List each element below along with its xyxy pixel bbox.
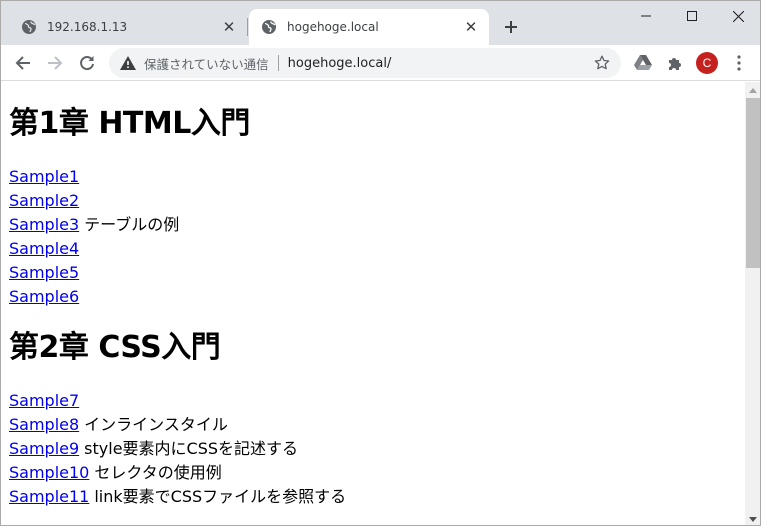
sample-link[interactable]: Sample4: [9, 239, 79, 258]
scroll-down-arrow-icon[interactable]: [745, 511, 760, 525]
extensions-puzzle-icon[interactable]: [663, 51, 687, 75]
item-description: セレクタの使用例: [94, 463, 222, 482]
tab-hogehoge-local[interactable]: hogehoge.local ✕: [249, 9, 489, 45]
forward-button[interactable]: [41, 49, 69, 77]
sample-link[interactable]: Sample5: [9, 263, 79, 282]
list-item: Sample7: [9, 389, 737, 413]
item-description: インラインスタイル: [84, 415, 228, 434]
maximize-button[interactable]: [669, 1, 715, 31]
minimize-button[interactable]: [623, 1, 669, 31]
chapter-1-heading: 第1章 HTML入門: [9, 106, 250, 141]
browser-window: 192.168.1.13 ✕ hogehoge.local ✕ 保護されていない…: [0, 0, 761, 526]
chapter-2-heading: 第2章 CSS入門: [9, 330, 221, 365]
close-icon[interactable]: ✕: [219, 17, 239, 37]
list-item: Sample8 インラインスタイル: [9, 413, 737, 437]
reload-button[interactable]: [73, 49, 101, 77]
list-item: Sample2: [9, 189, 737, 213]
page-content: 第1章 HTML入門 Sample1 Sample2 Sample3 テーブルの例…: [1, 106, 745, 509]
item-description: link要素でCSSファイルを参照する: [94, 487, 347, 506]
sample-link[interactable]: Sample7: [9, 391, 79, 410]
list-item: Sample3 テーブルの例: [9, 213, 737, 237]
google-drive-icon[interactable]: [631, 51, 655, 75]
back-button[interactable]: [9, 49, 37, 77]
close-icon[interactable]: ✕: [461, 17, 481, 37]
security-status[interactable]: 保護されていない通信: [144, 54, 269, 73]
omnibox-divider: [277, 55, 279, 71]
globe-icon: [21, 19, 37, 35]
list-item: Sample4: [9, 237, 737, 261]
sample-link[interactable]: Sample2: [9, 191, 79, 210]
list-item: Sample9 style要素内にCSSを記述する: [9, 437, 737, 461]
sample-link[interactable]: Sample10: [9, 463, 89, 482]
sample-link[interactable]: Sample11: [9, 487, 89, 506]
item-description: style要素内にCSSを記述する: [84, 439, 299, 458]
avatar-initial: C: [696, 52, 718, 74]
address-bar[interactable]: 保護されていない通信 hogehoge.local/: [109, 48, 621, 78]
warning-icon[interactable]: [120, 55, 136, 71]
list-item: Sample5: [9, 261, 737, 285]
item-description: テーブルの例: [84, 215, 180, 234]
chapter-2-list: Sample7 Sample8 インラインスタイル Sample9 style要素内…: [9, 389, 737, 509]
window-close-button[interactable]: [715, 1, 760, 31]
tab-title: 192.168.1.13: [47, 20, 128, 34]
tab-192-168-1-13[interactable]: 192.168.1.13 ✕: [9, 9, 247, 45]
list-item: Sample1: [9, 165, 737, 189]
tab-divider: [247, 18, 248, 36]
chapter-1-list: Sample1 Sample2 Sample3 テーブルの例 Sample4 Sa…: [9, 165, 737, 309]
profile-avatar[interactable]: C: [695, 51, 719, 75]
page-viewport: 第1章 HTML入門 Sample1 Sample2 Sample3 テーブルの例…: [1, 82, 745, 525]
menu-kebab-icon[interactable]: [727, 51, 751, 75]
tab-strip: 192.168.1.13 ✕ hogehoge.local ✕: [1, 1, 760, 45]
arrow-right-icon: [48, 56, 63, 70]
list-item: Sample11 link要素でCSSファイルを参照する: [9, 485, 737, 509]
sample-link[interactable]: Sample3: [9, 215, 79, 234]
list-item: Sample10 セレクタの使用例: [9, 461, 737, 485]
sample-link[interactable]: Sample9: [9, 439, 79, 458]
new-tab-button[interactable]: [499, 15, 523, 39]
sample-link[interactable]: Sample6: [9, 287, 79, 306]
url-text[interactable]: hogehoge.local/: [288, 56, 392, 71]
list-item: Sample6: [9, 285, 737, 309]
browser-toolbar: 保護されていない通信 hogehoge.local/ C: [1, 45, 760, 81]
tab-title: hogehoge.local: [287, 20, 379, 34]
vertical-scrollbar[interactable]: [745, 82, 760, 525]
bookmark-star-icon[interactable]: [593, 54, 611, 72]
globe-icon: [261, 19, 277, 35]
scroll-up-arrow-icon[interactable]: [745, 82, 760, 98]
arrow-left-icon: [15, 56, 30, 70]
sample-link[interactable]: Sample8: [9, 415, 79, 434]
reload-icon: [80, 56, 94, 71]
sample-link[interactable]: Sample1: [9, 167, 79, 186]
scrollbar-thumb[interactable]: [746, 98, 760, 268]
